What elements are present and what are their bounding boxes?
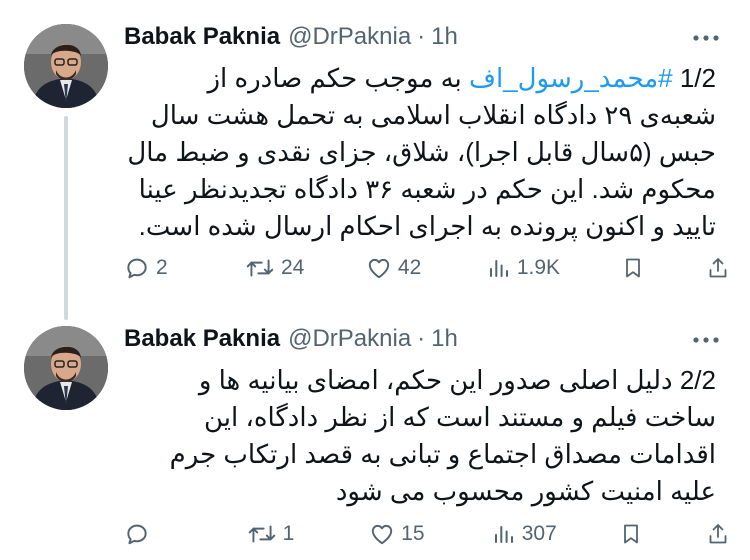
separator: · (417, 325, 426, 352)
retweet-icon (248, 525, 275, 543)
like-count: 42 (397, 256, 422, 279)
heart-icon (371, 524, 393, 545)
retweet-count: 24 (280, 256, 305, 279)
tweet-1[interactable]: Babak Paknia @DrPaknia · 1h 1/2 #محمد_رس… (0, 0, 750, 320)
retweet-count: 1 (282, 522, 295, 545)
views-button[interactable]: 307 (492, 522, 557, 546)
author-name[interactable]: Babak Paknia (124, 325, 280, 353)
hashtag-link[interactable]: #محمد_رسول_اف (469, 63, 673, 93)
thread-line (64, 116, 68, 320)
timestamp[interactable]: 1h (431, 325, 458, 353)
share-icon (709, 524, 727, 544)
views-count: 307 (521, 522, 557, 545)
separator: · (417, 23, 426, 50)
like-button[interactable]: 42 (366, 255, 426, 281)
action-bar: 2 24 42 1.9K (124, 253, 730, 283)
reply-button[interactable]: 2 (124, 255, 184, 281)
tweet-text: 2/2 دلیل اصلی صدور این حکم، امضای بیانیه… (124, 362, 716, 510)
retweet-button[interactable]: 1 (247, 521, 307, 547)
bookmark-button[interactable] (619, 522, 643, 546)
views-icon (489, 260, 508, 277)
tweet-2[interactable]: Babak Paknia @DrPaknia · 1h 2/2 دلیل اصل… (0, 310, 750, 560)
more-icon[interactable] (690, 26, 722, 50)
thread-counter: 1/2 (672, 63, 716, 93)
views-button[interactable]: 1.9K (487, 256, 560, 280)
bookmark-button[interactable] (621, 256, 645, 280)
tweet-header: Babak Paknia @DrPaknia · 1h (124, 322, 458, 356)
reply-icon (127, 258, 147, 279)
action-bar: 1 15 307 (124, 519, 730, 549)
views-icon (494, 526, 513, 543)
avatar[interactable] (24, 326, 108, 410)
timestamp[interactable]: 1h (431, 23, 458, 51)
tweet-text-content: 2/2 دلیل اصلی صدور این حکم، امضای بیانیه… (169, 365, 716, 506)
avatar-photo (24, 24, 108, 108)
author-handle[interactable]: @DrPaknia (288, 23, 411, 51)
bookmark-icon (624, 524, 639, 544)
share-icon (709, 258, 727, 278)
tweet-text: 1/2 #محمد_رسول_اف به موجب حکم صادره از ش… (124, 60, 716, 245)
author-handle[interactable]: @DrPaknia (288, 325, 411, 353)
reply-count: 2 (156, 256, 168, 279)
retweet-icon (246, 259, 274, 277)
more-icon-glyph (693, 35, 719, 41)
avatar[interactable] (24, 24, 108, 108)
author-name[interactable]: Babak Paknia (124, 23, 280, 51)
reply-button[interactable] (124, 521, 184, 547)
share-button[interactable] (706, 256, 730, 280)
more-icon[interactable] (690, 328, 722, 352)
like-count: 15 (401, 522, 425, 545)
views-count: 1.9K (516, 256, 561, 279)
heart-icon (368, 258, 390, 279)
reply-icon (127, 524, 147, 545)
avatar-photo (24, 326, 108, 410)
retweet-button[interactable]: 24 (245, 255, 305, 281)
tweet-header: Babak Paknia @DrPaknia · 1h (124, 20, 458, 54)
bookmark-icon (626, 258, 640, 278)
like-button[interactable]: 15 (369, 521, 429, 547)
share-button[interactable] (706, 522, 730, 546)
more-icon-glyph (693, 337, 719, 343)
